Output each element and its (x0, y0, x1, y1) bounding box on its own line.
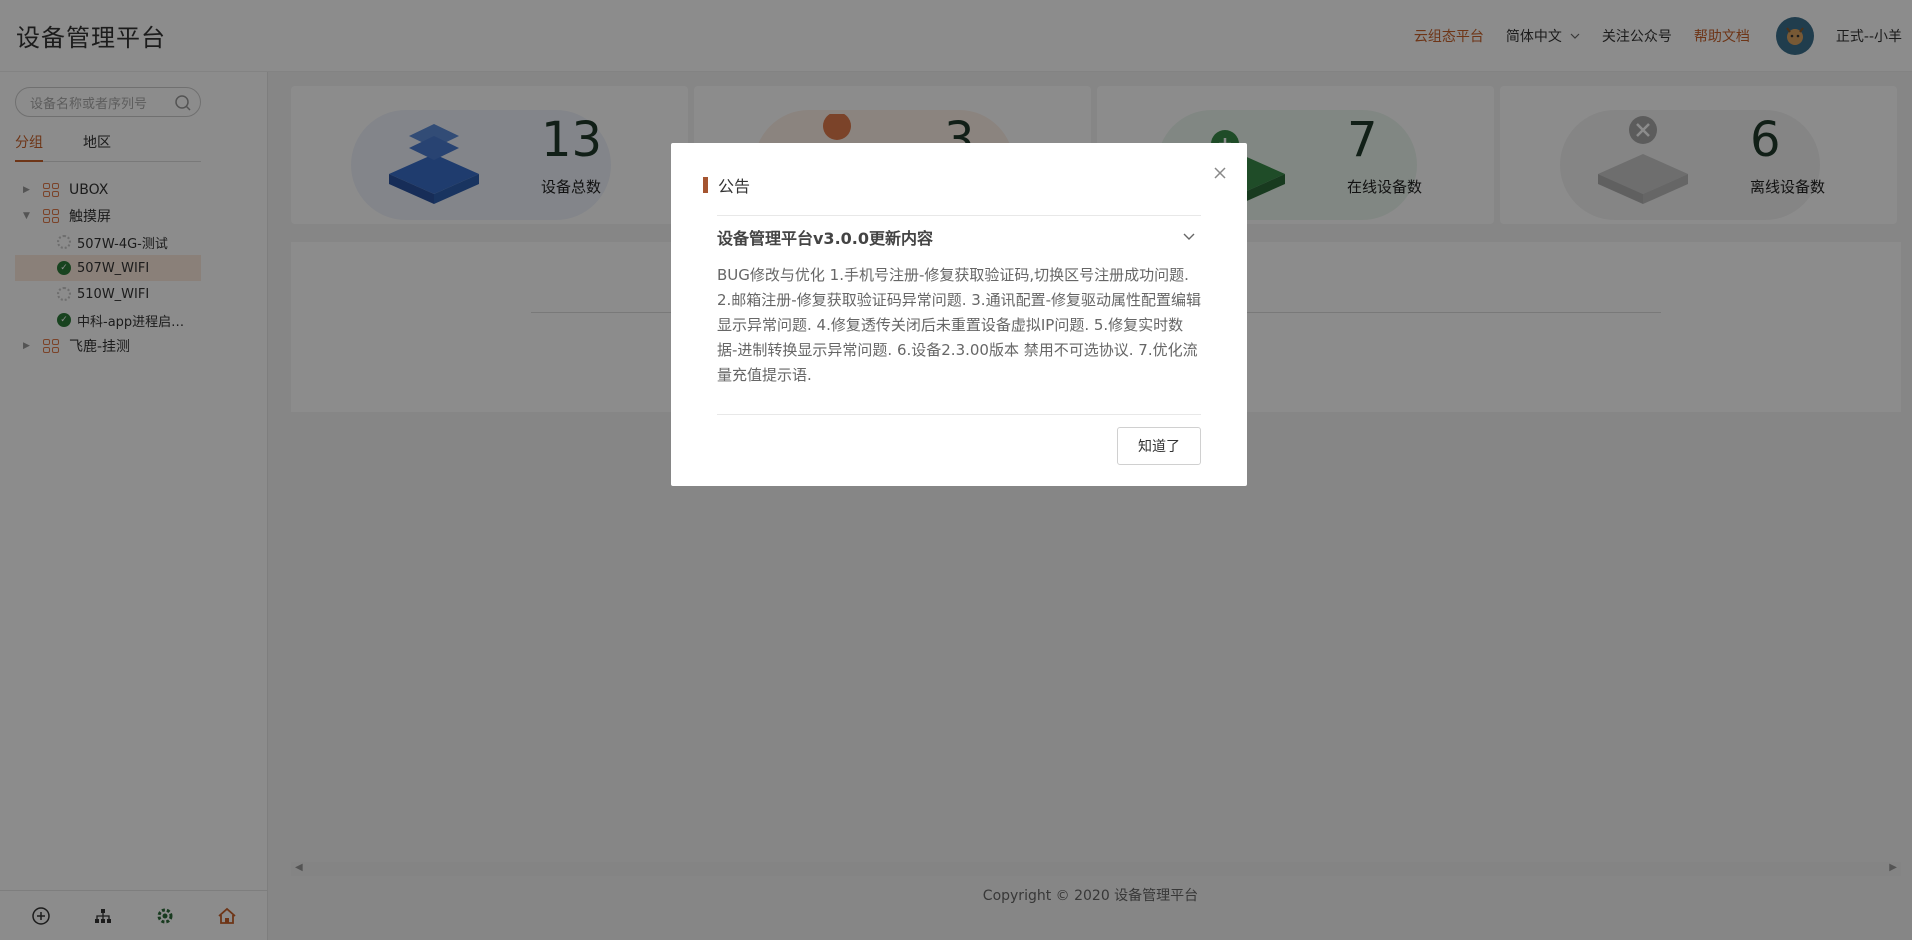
modal-title: 公告 (703, 173, 750, 197)
chevron-down-icon[interactable] (1183, 233, 1195, 241)
collapse-title: 设备管理平台v3.0.0更新内容 (717, 229, 933, 248)
acknowledge-button[interactable]: 知道了 (1117, 427, 1201, 465)
modal-divider-bottom (717, 414, 1201, 415)
title-accent-bar (703, 177, 708, 193)
close-icon[interactable] (1213, 161, 1227, 185)
announcement-modal: 公告 设备管理平台v3.0.0更新内容 BUG修改与优化 1.手机号注册-修复获… (671, 143, 1247, 486)
modal-title-text: 公告 (718, 177, 751, 196)
collapse-header[interactable]: 设备管理平台v3.0.0更新内容 (717, 225, 1201, 249)
modal-body-text: BUG修改与优化 1.手机号注册-修复获取验证码,切换区号注册成功问题. 2.邮… (717, 266, 1201, 384)
modal-divider-top (717, 215, 1201, 216)
